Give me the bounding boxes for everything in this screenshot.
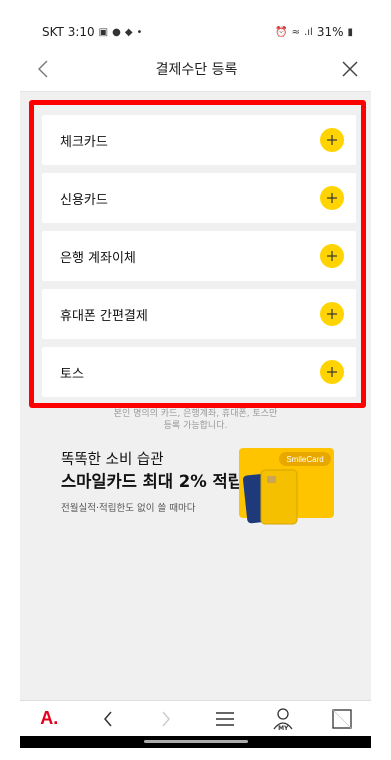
page-header: 결제수단 등록 [20,46,371,92]
bottom-nav: A. MY [20,700,371,736]
status-bar: SKT 3:10 ▣ ● ◆ • ⏰ ≈ .ıl 31% ▮ [20,18,371,46]
home-indicator[interactable] [144,740,248,743]
content-area: 체크카드 신용카드 은행 계좌이체 휴대폰 간편결제 토스 본인 명의의 카드,… [20,92,371,700]
window-icon [332,708,352,729]
smilecard-banner[interactable]: 똑똑한 소비 습관 스마일카드 최대 2% 적립 전월실적·적립한도 없이 쓸 … [20,448,371,528]
chevron-left-icon [103,711,112,726]
signal-icon: .ıl [304,26,313,38]
payment-method-phone-pay[interactable]: 휴대폰 간편결제 [42,289,356,339]
method-label: 휴대폰 간편결제 [60,308,148,324]
plus-icon[interactable] [320,128,344,152]
gallery-icon: ▣ [98,26,109,38]
system-nav-bar [20,736,371,748]
payment-method-bank-transfer[interactable]: 은행 계좌이체 [42,231,356,281]
notification-icon: ◆ [124,26,133,38]
note-line-2: 등록 가능합니다. [163,421,228,431]
tabs-button[interactable] [322,704,362,734]
battery-icon: ▮ [347,26,353,38]
menu-button[interactable] [205,704,245,734]
method-label: 은행 계좌이체 [60,250,136,266]
phone-screen: SKT 3:10 ▣ ● ◆ • ⏰ ≈ .ıl 31% ▮ 결제수단 등록 체… [20,18,371,748]
smilecard-illustration: SmileCard [239,448,334,525]
chevron-right-icon [162,711,171,726]
plus-icon[interactable] [320,186,344,210]
banner-subtitle: 전월실적·적립한도 없이 쓸 때마다 [61,503,196,514]
nav-back-button[interactable] [88,704,128,734]
card-brand-text: SmileCard [286,455,323,464]
method-label: 신용카드 [60,192,108,208]
plus-icon[interactable] [320,302,344,326]
carrier-time: SKT 3:10 [42,25,95,39]
message-icon: ● [112,26,121,38]
payment-method-toss[interactable]: 토스 [42,347,356,397]
page-title: 결제수단 등록 [155,61,238,78]
home-logo-button[interactable]: A. [29,704,69,734]
alarm-icon: ⏰ [275,26,288,38]
nav-forward-button[interactable] [146,704,186,734]
my-label: MY [278,724,289,732]
highlight-box: 체크카드 신용카드 은행 계좌이체 휴대폰 간편결제 토스 [29,100,366,408]
registration-note: 본인 명의의 카드, 은행계좌, 휴대폰, 토스만 등록 가능합니다. [20,408,371,432]
back-button[interactable] [32,58,54,80]
banner-title: 스마일카드 최대 2% 적립 [61,472,243,491]
hamburger-icon [215,711,234,726]
chevron-left-icon [38,60,48,77]
note-line-1: 본인 명의의 카드, 은행계좌, 휴대폰, 토스만 [113,409,278,419]
wifi-icon: ≈ [291,26,301,38]
more-dot-icon: • [136,26,143,38]
method-label: 체크카드 [60,134,108,150]
payment-method-check-card[interactable]: 체크카드 [42,115,356,165]
banner-headline: 똑똑한 소비 습관 [61,452,164,468]
method-label: 토스 [60,366,84,382]
payment-method-credit-card[interactable]: 신용카드 [42,173,356,223]
auction-logo: A. [40,708,59,728]
close-button[interactable] [339,58,361,80]
battery-percent: 31% [316,25,344,39]
plus-icon[interactable] [320,244,344,268]
plus-icon[interactable] [320,360,344,384]
my-page-button[interactable]: MY [263,704,303,734]
close-icon [342,60,358,77]
